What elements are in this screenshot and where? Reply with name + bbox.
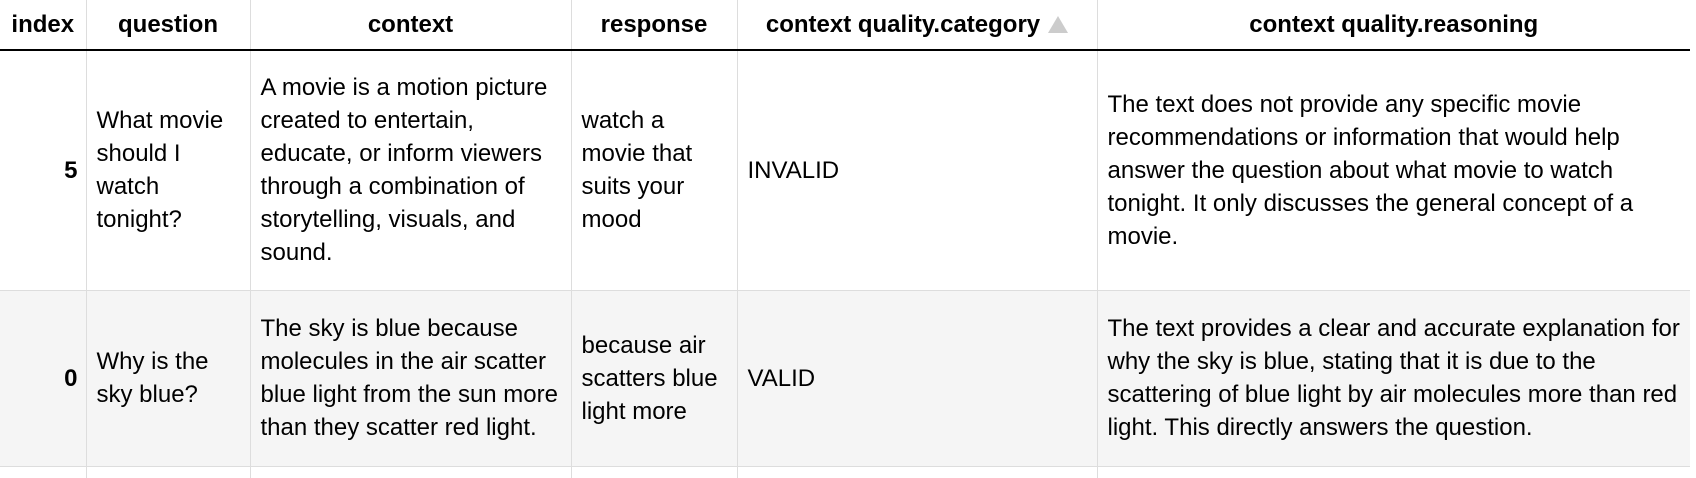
- cell-empty: [570, 466, 737, 478]
- cell-empty: [249, 466, 571, 478]
- cell-question: Why is the sky blue?: [85, 290, 250, 467]
- column-header-label: question: [118, 11, 218, 38]
- column-header-reasoning[interactable]: context quality.reasoning: [1096, 0, 1690, 51]
- column-header-label: context: [367, 11, 454, 38]
- cell-response: watch a movie that suits your mood: [570, 50, 737, 291]
- column-header-context[interactable]: context: [249, 0, 571, 51]
- column-header-category[interactable]: context quality.category: [736, 0, 1097, 51]
- cell-response: because air scatters blue light more: [570, 290, 737, 467]
- table-row[interactable]: 5 What movie should I watch tonight? A m…: [0, 50, 1690, 291]
- cell-question: What movie should I watch tonight?: [85, 50, 250, 291]
- cell-category: VALID: [736, 290, 1097, 467]
- column-header-response[interactable]: response: [570, 0, 737, 51]
- cell-category: INVALID: [736, 50, 1097, 291]
- cell-context: A movie is a motion picture created to e…: [249, 50, 571, 291]
- header-row: index question context response context …: [0, 0, 1690, 51]
- cell-empty: [1096, 466, 1690, 478]
- cell-index: 5: [0, 50, 86, 291]
- cell-empty: [85, 466, 250, 478]
- cell-context: The sky is blue because molecules in the…: [249, 290, 571, 467]
- results-table: index question context response context …: [0, 0, 1690, 478]
- cell-reasoning: The text provides a clear and accurate e…: [1096, 290, 1690, 467]
- sort-ascending-icon[interactable]: [1048, 16, 1069, 33]
- table-row[interactable]: 0 Why is the sky blue? The sky is blue b…: [0, 290, 1690, 467]
- cell-reasoning: The text does not provide any specific m…: [1096, 50, 1690, 291]
- cell-empty: [0, 466, 86, 478]
- cell-empty: [736, 466, 1097, 478]
- column-header-label: index: [11, 11, 75, 38]
- column-header-label: response: [600, 11, 708, 38]
- table-row-partial: [0, 466, 1690, 478]
- column-header-label: context quality.reasoning: [1249, 11, 1539, 38]
- column-header-label: context quality.category: [765, 11, 1041, 38]
- cell-index: 0: [0, 290, 86, 467]
- column-header-index[interactable]: index: [0, 0, 86, 51]
- table-header: index question context response context …: [0, 0, 1690, 51]
- column-header-question[interactable]: question: [85, 0, 250, 51]
- table-body: 5 What movie should I watch tonight? A m…: [0, 50, 1690, 478]
